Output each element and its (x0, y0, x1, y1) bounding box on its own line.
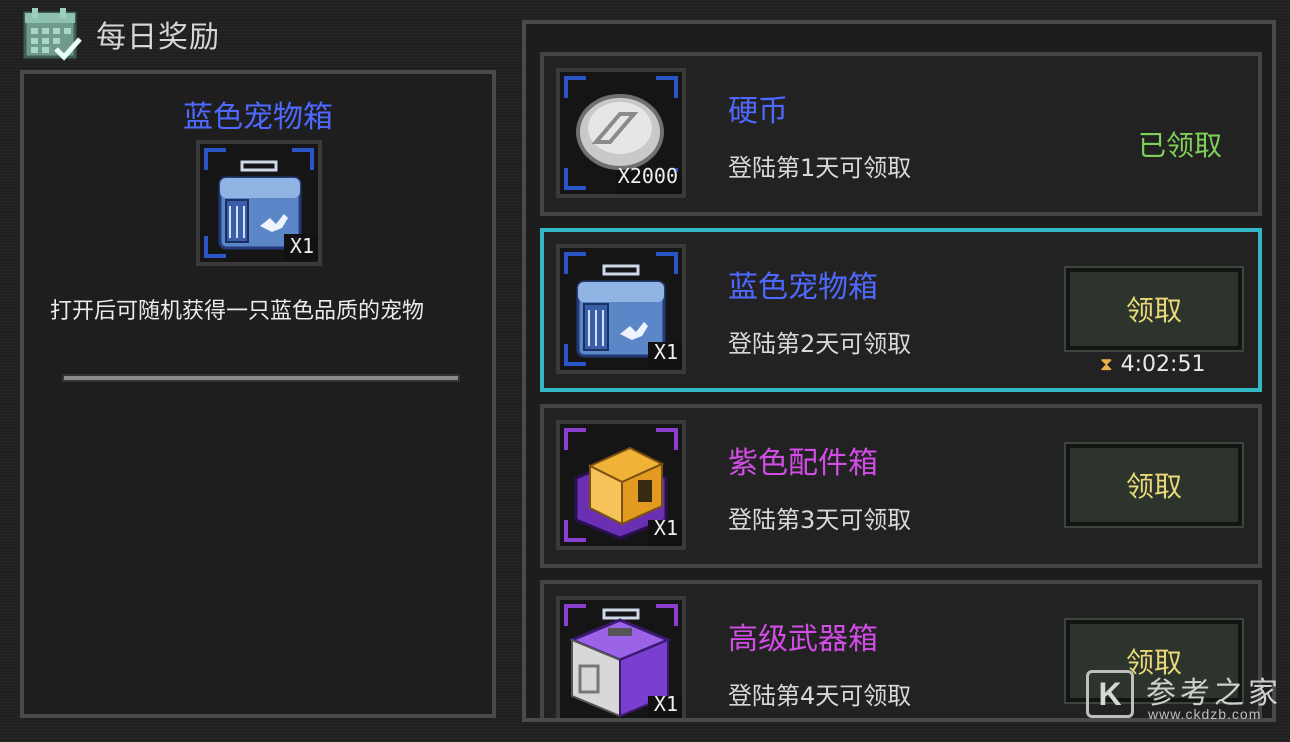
reward-name: 硬币 (728, 94, 788, 129)
blue-pet-box-icon: X1 (556, 244, 686, 374)
claim-button[interactable]: 领取 (1064, 266, 1244, 352)
watermark-url: www.ckdzb.com (1148, 706, 1262, 722)
reward-condition: 登陆第3天可领取 (728, 506, 912, 534)
coin-icon: X2000 (556, 68, 686, 198)
purple-parts-box-icon: X1 (556, 420, 686, 550)
countdown-value: 4:02:51 (1120, 352, 1206, 377)
claimed-status: 已领取 (1137, 129, 1222, 162)
reward-row-day-2[interactable]: X1 蓝色宠物箱 登陆第2天可领取 领取 ⧗ 4:02:51 (540, 228, 1262, 392)
claim-button[interactable]: 领取 (1064, 442, 1244, 528)
reward-qty-label: X1 (653, 516, 678, 540)
hourglass-icon: ⧗ (1100, 354, 1113, 375)
reward-name: 高级武器箱 (728, 622, 878, 657)
reward-condition: 登陆第2天可领取 (728, 330, 912, 358)
detail-description: 打开后可随机获得一只蓝色品质的宠物 (50, 299, 425, 324)
reward-condition: 登陆第4天可领取 (728, 682, 912, 710)
reward-detail-panel: 蓝色宠物箱 X1 打开后可随机获得一只蓝色品质的宠物 (20, 70, 496, 718)
header: 每日奖励 (22, 6, 220, 62)
weapon-box-icon: X1 (556, 596, 686, 718)
countdown-timer: ⧗ 4:02:51 (1100, 352, 1205, 377)
page-title: 每日奖励 (96, 20, 220, 55)
reward-condition: 登陆第1天可领取 (728, 154, 912, 182)
calendar-check-icon (22, 7, 82, 61)
reward-row-day-3[interactable]: X1 紫色配件箱 登陆第3天可领取 领取 (540, 404, 1262, 568)
reward-row-day-1[interactable]: X2000 硬币 登陆第1天可领取 已领取 (540, 52, 1262, 216)
divider (62, 374, 460, 382)
watermark: K 参考之家 www.ckdzb.com (1086, 668, 1290, 742)
reward-name: 蓝色宠物箱 (728, 270, 878, 305)
reward-qty-label: X1 (653, 340, 678, 364)
detail-qty-label: X1 (289, 234, 314, 258)
reward-qty-label: X2000 (617, 164, 678, 188)
watermark-logo-icon: K (1086, 670, 1134, 718)
blue-pet-box-icon: X1 (196, 140, 322, 266)
reward-list-panel[interactable]: X2000 硬币 登陆第1天可领取 已领取 X1 蓝色宠物箱 登陆第2天可领取 … (522, 20, 1276, 722)
reward-qty-label: X1 (653, 692, 678, 716)
detail-item-name: 蓝色宠物箱 (183, 100, 333, 135)
reward-name: 紫色配件箱 (728, 446, 878, 481)
